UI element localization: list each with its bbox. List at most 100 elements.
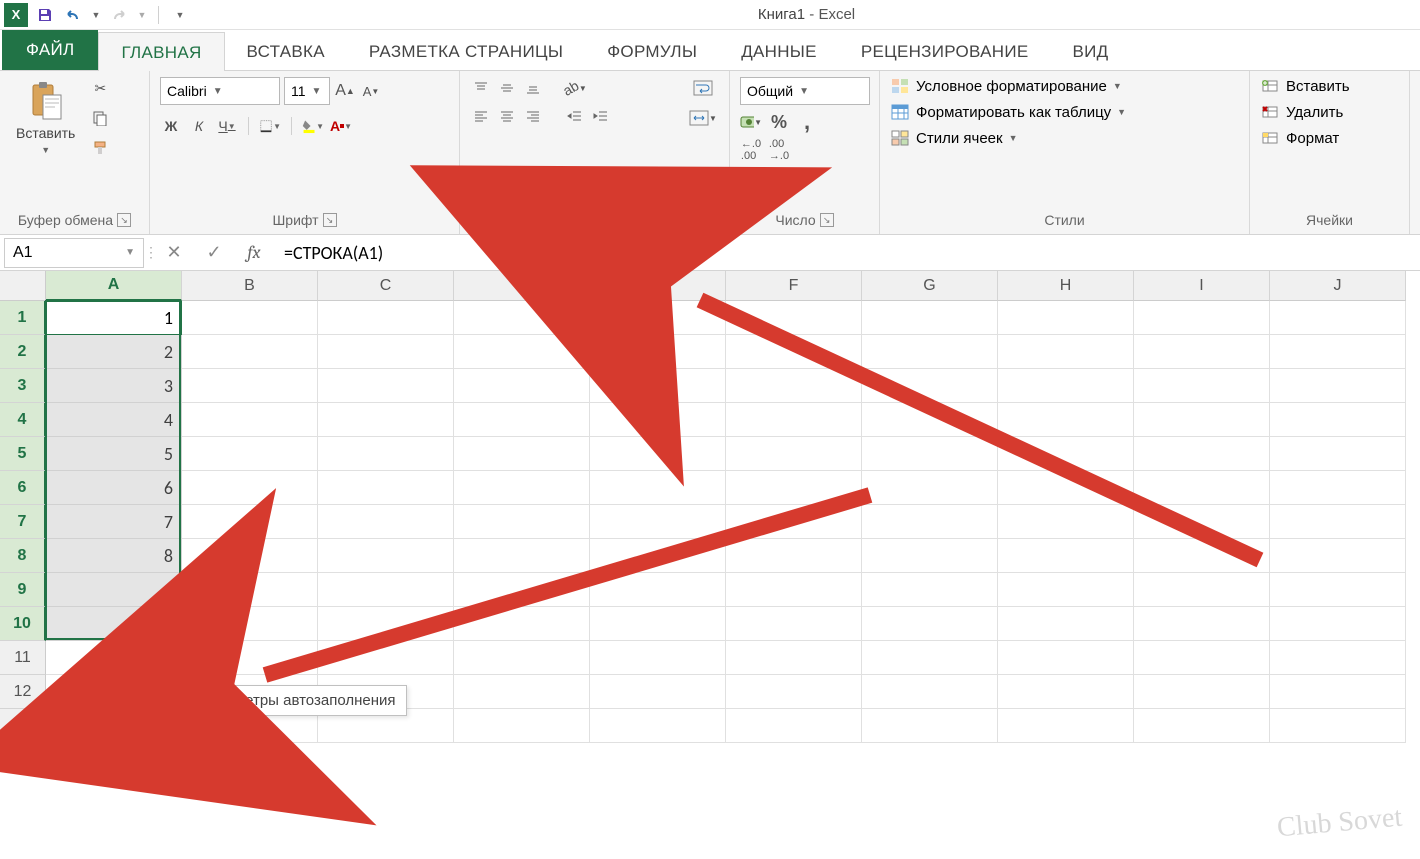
column-header-D[interactable]: D (454, 271, 590, 301)
tab-review[interactable]: РЕЦЕНЗИРОВАНИЕ (839, 32, 1051, 70)
cell-C1[interactable] (318, 301, 454, 335)
autofill-options-button[interactable]: ▼ (188, 647, 228, 671)
cut-button[interactable]: ✂ (89, 77, 111, 99)
cell-A9[interactable]: 9 (46, 573, 182, 607)
align-left-button[interactable] (470, 105, 492, 127)
cell-G5[interactable] (862, 437, 998, 471)
tab-formulas[interactable]: ФОРМУЛЫ (585, 32, 719, 70)
cell-B1[interactable] (182, 301, 318, 335)
tab-home[interactable]: ГЛАВНАЯ (98, 32, 224, 71)
cell-E5[interactable] (590, 437, 726, 471)
cell-F7[interactable] (726, 505, 862, 539)
insert-function-button[interactable]: fx (234, 238, 274, 268)
alignment-dialog-launcher[interactable] (638, 213, 652, 227)
cell-B5[interactable] (182, 437, 318, 471)
cell-G11[interactable] (862, 641, 998, 675)
cell-C9[interactable] (318, 573, 454, 607)
copy-button[interactable] (89, 107, 111, 129)
cell-C2[interactable] (318, 335, 454, 369)
borders-button[interactable]: ▼ (259, 115, 281, 137)
cell-F9[interactable] (726, 573, 862, 607)
cell-F4[interactable] (726, 403, 862, 437)
cell-H3[interactable] (998, 369, 1134, 403)
cell-H10[interactable] (998, 607, 1134, 641)
increase-font-button[interactable]: A▲ (334, 80, 356, 102)
cell-E1[interactable] (590, 301, 726, 335)
cell-styles-button[interactable]: Стили ячеек ▼ (890, 129, 1018, 147)
wrap-text-button[interactable] (687, 77, 719, 99)
bold-button[interactable]: Ж (160, 115, 182, 137)
cell-A8[interactable]: 8 (46, 539, 182, 573)
cell-A3[interactable]: 3 (46, 369, 182, 403)
cell-I12[interactable] (1134, 675, 1270, 709)
row-header-12[interactable]: 12 (0, 675, 46, 709)
fill-handle[interactable] (178, 637, 186, 645)
cell-I3[interactable] (1134, 369, 1270, 403)
row-header-7[interactable]: 7 (0, 505, 46, 539)
orientation-button[interactable]: ab▼ (564, 77, 586, 99)
cell-H8[interactable] (998, 539, 1134, 573)
cell-D13[interactable] (454, 709, 590, 743)
undo-button[interactable] (62, 4, 84, 26)
column-header-J[interactable]: J (1270, 271, 1406, 301)
cell-I11[interactable] (1134, 641, 1270, 675)
cell-D11[interactable] (454, 641, 590, 675)
cell-A7[interactable]: 7 (46, 505, 182, 539)
cell-H11[interactable] (998, 641, 1134, 675)
cell-J3[interactable] (1270, 369, 1406, 403)
increase-indent-button[interactable] (590, 105, 612, 127)
cell-G8[interactable] (862, 539, 998, 573)
format-painter-button[interactable] (89, 137, 111, 159)
cell-H13[interactable] (998, 709, 1134, 743)
column-header-H[interactable]: H (998, 271, 1134, 301)
tab-insert[interactable]: ВСТАВКА (225, 32, 347, 70)
cell-H12[interactable] (998, 675, 1134, 709)
cell-G2[interactable] (862, 335, 998, 369)
cell-E2[interactable] (590, 335, 726, 369)
cell-E9[interactable] (590, 573, 726, 607)
cell-I10[interactable] (1134, 607, 1270, 641)
font-size-combo[interactable]: 11▼ (284, 77, 330, 105)
cell-A12[interactable] (46, 675, 182, 709)
cell-D10[interactable] (454, 607, 590, 641)
qat-customize-dropdown[interactable]: ▼ (169, 4, 191, 26)
cell-B7[interactable] (182, 505, 318, 539)
cell-F1[interactable] (726, 301, 862, 335)
cell-D4[interactable] (454, 403, 590, 437)
delete-cells-button[interactable]: Удалить (1260, 103, 1343, 121)
merge-button[interactable]: ▼ (687, 107, 719, 129)
cell-G3[interactable] (862, 369, 998, 403)
cell-H6[interactable] (998, 471, 1134, 505)
font-color-button[interactable]: A▼ (330, 115, 352, 137)
column-header-B[interactable]: B (182, 271, 318, 301)
align-top-button[interactable] (470, 77, 492, 99)
column-header-I[interactable]: I (1134, 271, 1270, 301)
cell-D2[interactable] (454, 335, 590, 369)
cell-I9[interactable] (1134, 573, 1270, 607)
comma-button[interactable]: , (796, 111, 818, 133)
cell-G10[interactable] (862, 607, 998, 641)
cell-D1[interactable] (454, 301, 590, 335)
cell-C8[interactable] (318, 539, 454, 573)
cell-F8[interactable] (726, 539, 862, 573)
cell-F6[interactable] (726, 471, 862, 505)
decrease-decimal-button[interactable]: .00→.0 (768, 139, 790, 161)
font-name-combo[interactable]: Calibri▼ (160, 77, 280, 105)
cell-A1[interactable]: 1 (46, 301, 182, 335)
column-header-A[interactable]: A (46, 271, 182, 301)
row-header-8[interactable]: 8 (0, 539, 46, 573)
cell-E3[interactable] (590, 369, 726, 403)
redo-dropdown[interactable]: ▼ (136, 4, 148, 26)
format-cells-button[interactable]: Формат (1260, 129, 1339, 147)
cell-J2[interactable] (1270, 335, 1406, 369)
decrease-font-button[interactable]: A▼ (360, 80, 382, 102)
row-header-1[interactable]: 1 (0, 301, 46, 335)
cell-A4[interactable]: 4 (46, 403, 182, 437)
cell-F11[interactable] (726, 641, 862, 675)
cell-E10[interactable] (590, 607, 726, 641)
cell-G6[interactable] (862, 471, 998, 505)
cell-F2[interactable] (726, 335, 862, 369)
percent-button[interactable]: % (768, 111, 790, 133)
cell-D3[interactable] (454, 369, 590, 403)
cell-J5[interactable] (1270, 437, 1406, 471)
